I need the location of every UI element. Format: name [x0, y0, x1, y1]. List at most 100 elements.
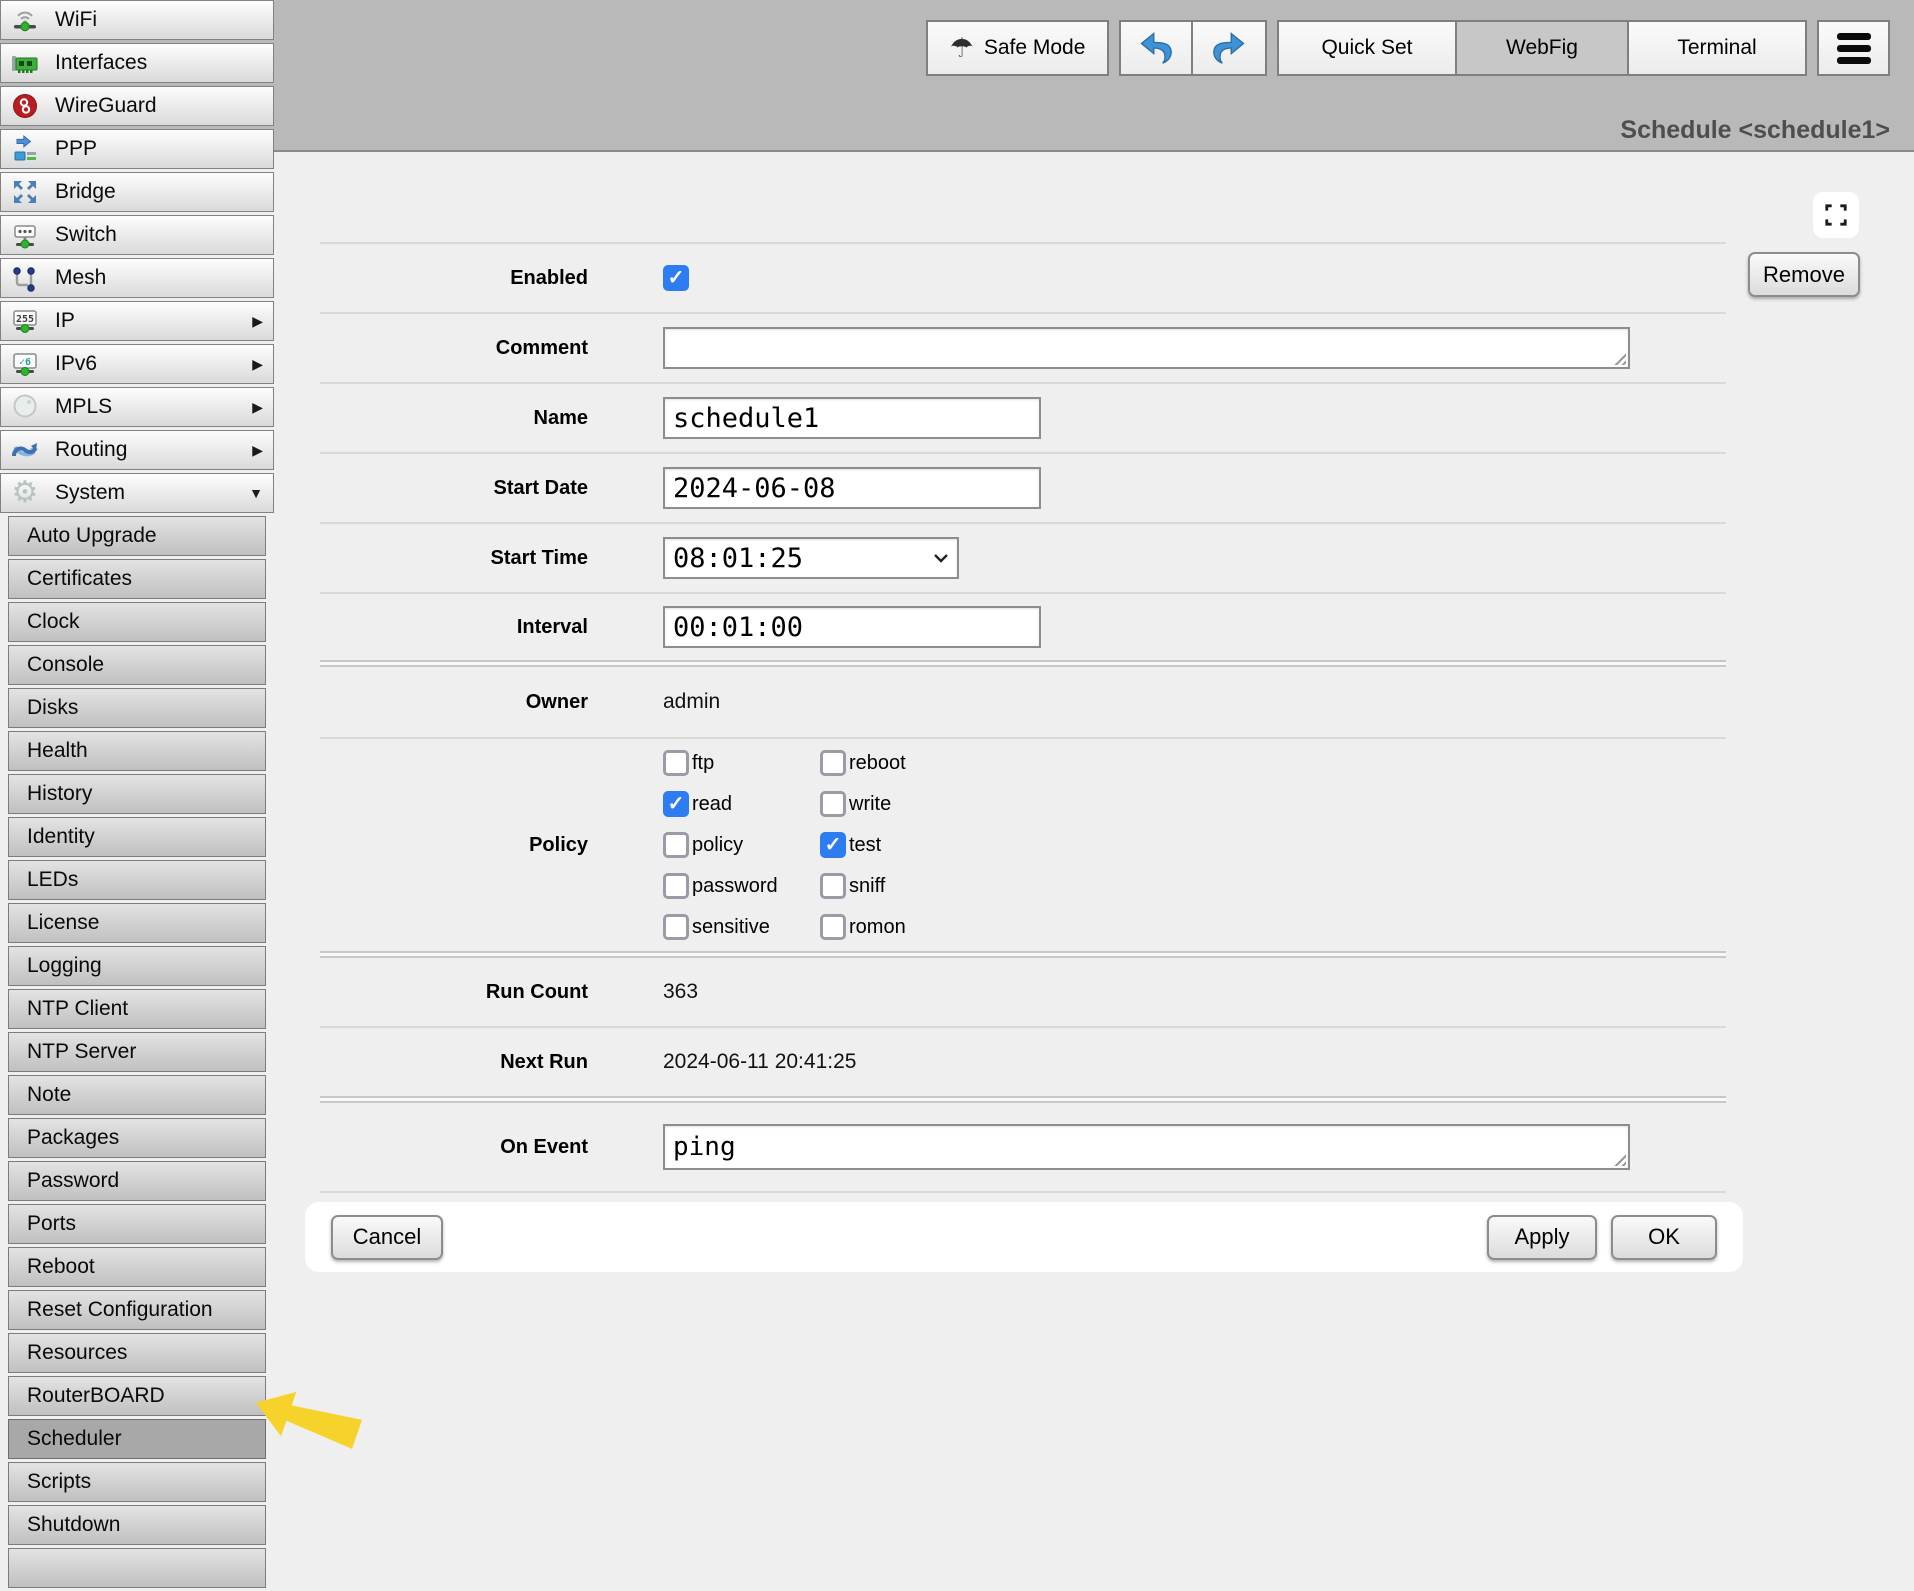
- policy-checkbox-password[interactable]: password: [663, 873, 820, 899]
- sidebar-item-password[interactable]: Password: [8, 1161, 266, 1201]
- form-row-comment: Comment: [320, 312, 1726, 382]
- ppp-icon: [7, 132, 43, 166]
- sidebar-item-interfaces[interactable]: Interfaces: [0, 43, 274, 83]
- tab-webfig[interactable]: WebFig: [1455, 20, 1629, 76]
- sidebar-item-ntp-client[interactable]: NTP Client: [8, 989, 266, 1029]
- sidebar-item-ppp[interactable]: PPP: [0, 129, 274, 169]
- header-band: ☂ Safe Mode Quick Set WebFig Terminal Sc…: [0, 0, 1914, 152]
- checkbox-icon[interactable]: [820, 750, 846, 776]
- checkbox-icon[interactable]: [663, 873, 689, 899]
- sidebar-item-note[interactable]: Note: [8, 1075, 266, 1115]
- section-divider: [320, 660, 1726, 667]
- sidebar-item-license[interactable]: License: [8, 903, 266, 943]
- sidebar-item-shutdown[interactable]: Shutdown: [8, 1505, 266, 1545]
- interval-input[interactable]: 00:01:00: [663, 606, 1041, 648]
- hamburger-icon: [1837, 33, 1871, 64]
- form-row-next-run: Next Run 2024-06-11 20:41:25: [320, 1026, 1726, 1096]
- interfaces-icon: [7, 46, 43, 80]
- tab-quick-set[interactable]: Quick Set: [1277, 20, 1457, 76]
- sidebar-item-console[interactable]: Console: [8, 645, 266, 685]
- start-date-input[interactable]: 2024-06-08: [663, 467, 1041, 509]
- switch-icon: [7, 218, 43, 252]
- policy-checkbox-test[interactable]: test: [820, 832, 1040, 858]
- checkbox-icon[interactable]: [663, 791, 689, 817]
- cancel-button[interactable]: Cancel: [331, 1215, 443, 1260]
- tab-terminal[interactable]: Terminal: [1627, 20, 1807, 76]
- checkbox-icon[interactable]: [663, 832, 689, 858]
- redo-button[interactable]: [1191, 20, 1267, 76]
- sidebar-item-packages[interactable]: Packages: [8, 1118, 266, 1158]
- sidebar-item-routing[interactable]: Routing▶: [0, 430, 274, 470]
- policy-checkbox-ftp[interactable]: ftp: [663, 750, 820, 776]
- chevron-down-icon: [933, 553, 949, 563]
- chevron-down-icon: ▼: [249, 485, 263, 501]
- chevron-right-icon: ▶: [252, 399, 263, 416]
- on-event-label: On Event: [320, 1136, 588, 1159]
- mesh-icon: [7, 261, 43, 295]
- policy-checkbox-romon[interactable]: romon: [820, 914, 1040, 940]
- remove-button[interactable]: Remove: [1748, 252, 1860, 297]
- sidebar-item-disks[interactable]: Disks: [8, 688, 266, 728]
- sidebar-item-wireguard[interactable]: WireGuard: [0, 86, 274, 126]
- sidebar-item-mpls[interactable]: MPLS▶: [0, 387, 274, 427]
- sidebar-item-identity[interactable]: Identity: [8, 817, 266, 857]
- sidebar-item-scripts[interactable]: Scripts: [8, 1462, 266, 1502]
- checkbox-icon[interactable]: [820, 832, 846, 858]
- sidebar-item-system[interactable]: ⚙System▼: [0, 473, 274, 513]
- sidebar-item-routerboard[interactable]: RouterBOARD: [8, 1376, 266, 1416]
- policy-checkbox-sniff[interactable]: sniff: [820, 873, 1040, 899]
- safe-mode-button[interactable]: ☂ Safe Mode: [926, 20, 1109, 76]
- ok-button[interactable]: OK: [1611, 1215, 1717, 1260]
- sidebar-item-history[interactable]: History: [8, 774, 266, 814]
- start-time-select[interactable]: 08:01:25: [663, 537, 959, 579]
- form-row-run-count: Run Count 363: [320, 958, 1726, 1026]
- policy-checkbox-sensitive[interactable]: sensitive: [663, 914, 820, 940]
- sidebar-item-health[interactable]: Health: [8, 731, 266, 771]
- resize-handle-icon[interactable]: [1611, 350, 1626, 365]
- sidebar-item-clock[interactable]: Clock: [8, 602, 266, 642]
- on-event-input[interactable]: ping: [663, 1124, 1630, 1170]
- checkbox-icon[interactable]: [820, 873, 846, 899]
- policy-checkbox-reboot[interactable]: reboot: [820, 750, 1040, 776]
- enabled-checkbox[interactable]: [663, 265, 689, 291]
- sidebar-item-switch[interactable]: Switch: [0, 215, 274, 255]
- sidebar-main-menu: WiFiInterfacesWireGuardPPPBridgeSwitchMe…: [0, 0, 274, 513]
- sidebar-item-ipv6[interactable]: ✓6IPv6▶: [0, 344, 274, 384]
- svg-text:255: 255: [16, 314, 34, 325]
- sidebar-item-partial[interactable]: [8, 1548, 266, 1588]
- checkbox-icon[interactable]: [663, 914, 689, 940]
- policy-checkbox-read[interactable]: read: [663, 791, 820, 817]
- undo-button[interactable]: [1119, 20, 1193, 76]
- sidebar-item-ip[interactable]: 255IP▶: [0, 301, 274, 341]
- sidebar-item-reset-configuration[interactable]: Reset Configuration: [8, 1290, 266, 1330]
- sidebar-item-resources[interactable]: Resources: [8, 1333, 266, 1373]
- checkbox-icon[interactable]: [820, 914, 846, 940]
- policy-checkbox-policy[interactable]: policy: [663, 832, 820, 858]
- resize-handle-icon[interactable]: [1611, 1151, 1626, 1166]
- form-row-on-event: On Event ping: [320, 1103, 1726, 1191]
- sidebar-item-auto-upgrade[interactable]: Auto Upgrade: [8, 516, 266, 556]
- checkbox-icon[interactable]: [663, 750, 689, 776]
- sidebar-item-ntp-server[interactable]: NTP Server: [8, 1032, 266, 1072]
- policy-checkbox-write[interactable]: write: [820, 791, 1040, 817]
- section-divider: [320, 951, 1726, 958]
- sidebar-item-scheduler[interactable]: Scheduler: [8, 1419, 266, 1459]
- checkbox-icon[interactable]: [820, 791, 846, 817]
- sidebar-item-bridge[interactable]: Bridge: [0, 172, 274, 212]
- sidebar-item-logging[interactable]: Logging: [8, 946, 266, 986]
- apply-button[interactable]: Apply: [1487, 1215, 1597, 1260]
- sidebar-item-wifi[interactable]: WiFi: [0, 0, 274, 40]
- menu-button[interactable]: [1817, 20, 1890, 76]
- form-row-policy: Policy ftprebootreadwritepolicytestpassw…: [320, 737, 1726, 951]
- section-divider: [320, 1096, 1726, 1103]
- sidebar-item-leds[interactable]: LEDs: [8, 860, 266, 900]
- safe-mode-label: Safe Mode: [984, 36, 1086, 60]
- sidebar-item-mesh[interactable]: Mesh: [0, 258, 274, 298]
- sidebar-item-reboot[interactable]: Reboot: [8, 1247, 266, 1287]
- fullscreen-button[interactable]: [1813, 192, 1859, 238]
- wireguard-icon: [7, 89, 43, 123]
- sidebar-item-ports[interactable]: Ports: [8, 1204, 266, 1244]
- sidebar-item-certificates[interactable]: Certificates: [8, 559, 266, 599]
- comment-input[interactable]: [663, 327, 1630, 369]
- name-input[interactable]: schedule1: [663, 397, 1041, 439]
